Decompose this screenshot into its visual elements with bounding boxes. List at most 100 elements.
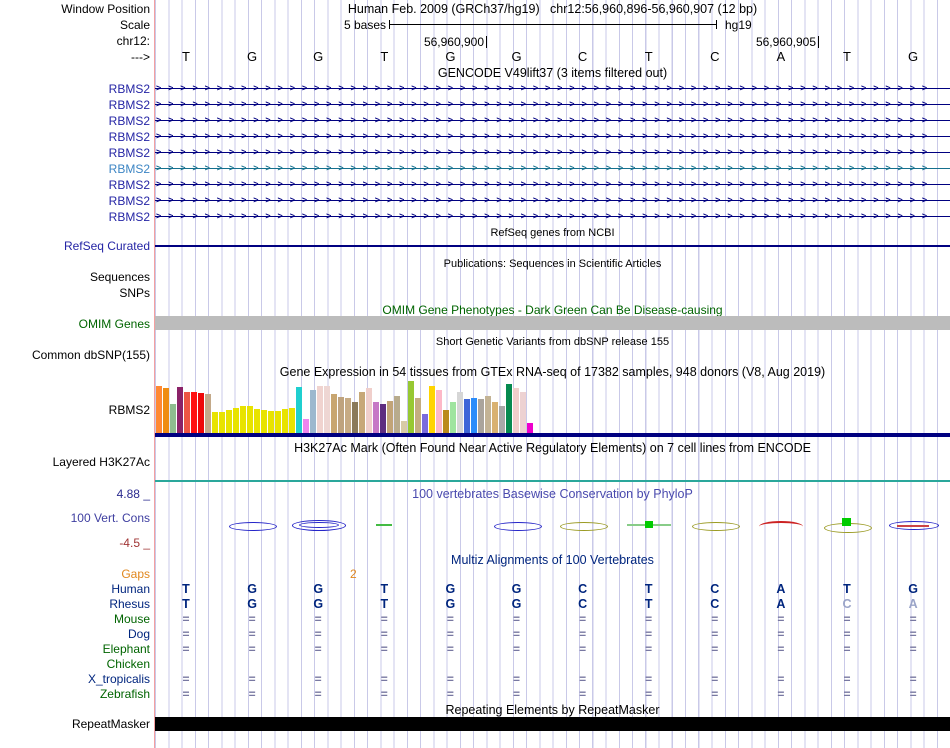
gtex-tissue-bar[interactable]	[359, 392, 365, 433]
gtex-tissue-bar[interactable]	[331, 394, 337, 433]
gtex-tissue-bar[interactable]	[338, 397, 344, 433]
multiz-align-cell: =	[711, 642, 719, 656]
gtex-tissue-bar[interactable]	[443, 410, 449, 433]
omim-genes-label[interactable]: OMIM Genes	[79, 317, 150, 331]
gencode-title[interactable]: GENCODE V49lift37 (3 items filtered out)	[155, 66, 950, 80]
gtex-tissue-bar[interactable]	[219, 412, 225, 433]
gtex-tissue-bar[interactable]	[464, 399, 470, 433]
gtex-tissue-bar[interactable]	[310, 390, 316, 433]
vert-cons-label[interactable]: 100 Vert. Cons	[71, 511, 150, 525]
gtex-tissue-bar[interactable]	[163, 388, 169, 433]
refseq-curated-label[interactable]: RefSeq Curated	[64, 239, 150, 253]
gtex-tissue-bar[interactable]	[261, 410, 267, 433]
gtex-tissue-bar[interactable]	[380, 404, 386, 433]
gtex-tissue-bar[interactable]	[485, 396, 491, 433]
gtex-tissue-bar[interactable]	[233, 408, 239, 433]
base-letter: C	[577, 49, 588, 64]
multiz-align-cell: G	[313, 582, 324, 596]
multiz-species-label[interactable]: Zebrafish	[100, 687, 150, 701]
gtex-tissue-bar[interactable]	[268, 411, 274, 433]
gtex-tissue-bar[interactable]	[415, 398, 421, 433]
layered-h3k27ac-label[interactable]: Layered H3K27Ac	[53, 455, 150, 469]
gencode-transcript-label[interactable]: RBMS2	[109, 193, 150, 209]
gaps-row-label[interactable]: Gaps	[121, 567, 150, 581]
repeatmasker-label[interactable]: RepeatMasker	[72, 717, 150, 731]
gencode-transcript-label[interactable]: RBMS2	[109, 177, 150, 193]
gencode-transcript-label[interactable]: RBMS2	[109, 97, 150, 113]
gtex-tissue-bar[interactable]	[450, 402, 456, 433]
multiz-species-label[interactable]: Elephant	[103, 642, 150, 656]
multiz-species-label[interactable]: Chicken	[107, 657, 150, 671]
multiz-species-label[interactable]: X_tropicalis	[88, 672, 150, 686]
gtex-tissue-bar[interactable]	[422, 414, 428, 433]
gtex-tissue-bar[interactable]	[247, 406, 253, 433]
multiz-species-label[interactable]: Rhesus	[109, 597, 150, 611]
gencode-transcript-label[interactable]: RBMS2	[109, 113, 150, 129]
gtex-tissue-bar[interactable]	[205, 394, 211, 433]
gtex-tissue-bar[interactable]	[408, 381, 414, 433]
gtex-tissue-bar[interactable]	[289, 408, 295, 433]
gtex-tissue-bar[interactable]	[177, 387, 183, 433]
gtex-tissue-bar[interactable]	[387, 401, 393, 433]
gtex-tissue-bar[interactable]	[429, 386, 435, 433]
phylop-glyph-square	[842, 518, 851, 526]
gtex-tissue-bar[interactable]	[156, 386, 162, 433]
gtex-tissue-bar[interactable]	[401, 421, 407, 433]
multiz-align-cell: =	[777, 687, 785, 701]
gtex-tissue-bar[interactable]	[499, 406, 505, 433]
gtex-tissue-bar[interactable]	[226, 410, 232, 433]
gtex-tissue-bar[interactable]	[275, 411, 281, 433]
gtex-tissue-bar[interactable]	[324, 386, 330, 433]
gtex-tissue-bar[interactable]	[240, 406, 246, 433]
gtex-tissue-bar[interactable]	[520, 392, 526, 433]
gtex-tissue-bar[interactable]	[282, 409, 288, 433]
gtex-tissue-bar[interactable]	[212, 412, 218, 433]
multiz-align-cell: A	[776, 597, 786, 611]
multiz-align-cell: =	[777, 642, 785, 656]
gtex-gene-label[interactable]: RBMS2	[109, 403, 150, 417]
gtex-tissue-bar[interactable]	[345, 398, 351, 433]
common-dbsnp-label[interactable]: Common dbSNP(155)	[32, 348, 150, 362]
refseq-curated-item[interactable]	[155, 245, 950, 247]
h3k27ac-signal-line[interactable]	[155, 480, 950, 482]
multiz-align-cell: =	[248, 687, 256, 701]
publications-sequences-label[interactable]: Sequences	[90, 270, 150, 284]
gencode-transcript-label[interactable]: RBMS2	[109, 129, 150, 145]
gtex-tissue-bar[interactable]	[191, 392, 197, 433]
gtex-tissue-bar[interactable]	[527, 423, 533, 433]
coord-left[interactable]: 56,960,900	[385, 35, 484, 49]
omim-genes-bar[interactable]	[155, 316, 950, 330]
gtex-tissue-bar[interactable]	[436, 390, 442, 433]
gtex-tissue-bar[interactable]	[303, 419, 309, 433]
strand-arrow-label[interactable]: --->	[131, 50, 150, 64]
gtex-tissue-bar[interactable]	[471, 398, 477, 433]
gtex-tissue-bar[interactable]	[492, 402, 498, 433]
gtex-tissue-bar[interactable]	[317, 386, 323, 433]
gtex-tissue-bar[interactable]	[254, 409, 260, 433]
gtex-tissue-bar[interactable]	[296, 387, 302, 433]
gencode-transcript-label[interactable]: RBMS2	[109, 209, 150, 225]
gtex-tissue-bar[interactable]	[513, 388, 519, 433]
multiz-align-cell: =	[248, 642, 256, 656]
gencode-transcript-label[interactable]: RBMS2	[109, 81, 150, 97]
publications-snps-label[interactable]: SNPs	[119, 286, 150, 300]
gtex-tissue-bar[interactable]	[170, 404, 176, 433]
gtex-tissue-bar[interactable]	[457, 392, 463, 433]
gencode-strand-arrows: >>>>>>>>>>>>>>>>>>>>>>>>>>>>>>>>>>>>>>>>…	[156, 212, 934, 222]
gtex-tissue-bar[interactable]	[394, 396, 400, 433]
multiz-species-label[interactable]: Mouse	[114, 612, 150, 626]
gtex-tissue-bar[interactable]	[478, 399, 484, 433]
gtex-tissue-bar[interactable]	[506, 384, 512, 433]
gtex-tissue-bar[interactable]	[373, 402, 379, 433]
repeatmasker-element-bar[interactable]	[155, 717, 950, 731]
gtex-tissue-bar[interactable]	[184, 392, 190, 433]
multiz-species-label[interactable]: Dog	[128, 627, 150, 641]
gtex-tissue-bar[interactable]	[198, 393, 204, 433]
multiz-align-cell: =	[909, 642, 917, 656]
coord-right[interactable]: 56,960,905	[717, 35, 816, 49]
gencode-transcript-label[interactable]: RBMS2	[109, 161, 150, 177]
multiz-species-label[interactable]: Human	[111, 582, 150, 596]
gtex-tissue-bar[interactable]	[352, 402, 358, 433]
gtex-tissue-bar[interactable]	[366, 388, 372, 433]
gencode-transcript-label[interactable]: RBMS2	[109, 145, 150, 161]
